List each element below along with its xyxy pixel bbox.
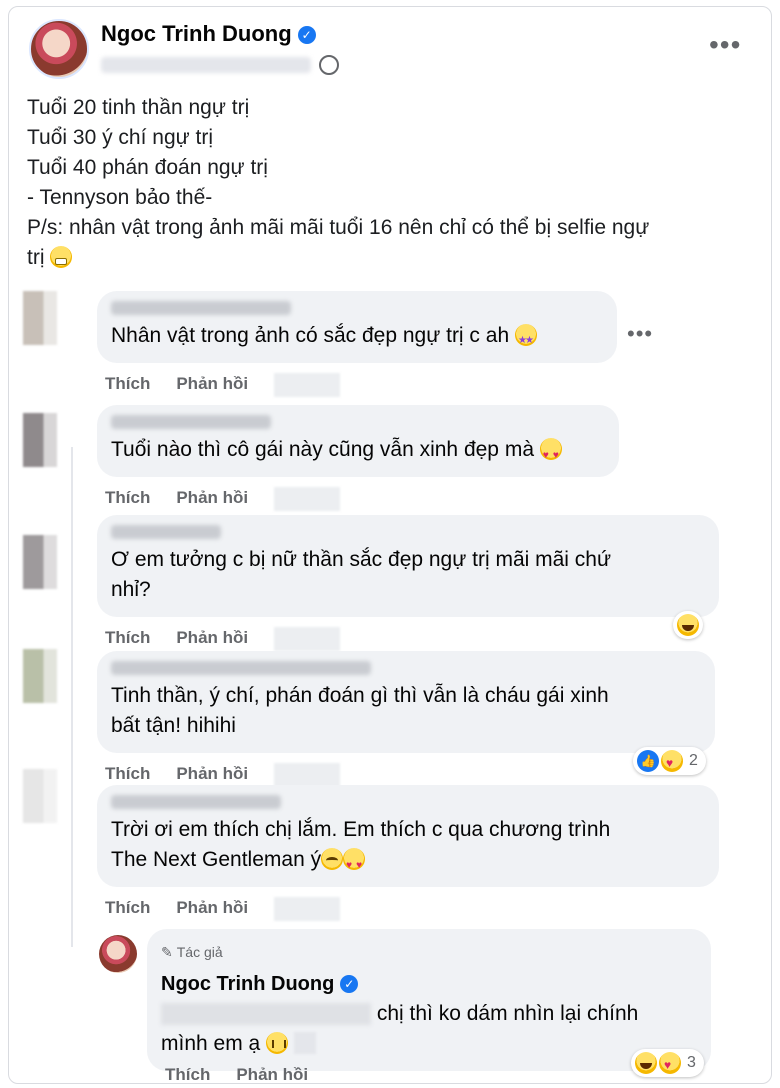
post-timestamp-blurred (101, 57, 311, 73)
like-button[interactable]: Thích (105, 898, 150, 917)
globe-icon (319, 55, 339, 75)
reply-avatar[interactable] (99, 935, 137, 973)
like-reaction-icon: 👍 (637, 750, 659, 772)
commenter-name-blurred[interactable] (111, 415, 271, 429)
comment-bubble: Nhân vật trong ảnh có sắc đẹp ngự trị c … (97, 291, 617, 363)
comment-reactions[interactable]: 👍2 (633, 747, 706, 775)
post-line: - Tennyson bảo thế- (27, 186, 213, 209)
post-body: Tuổi 20 tinh thần ngự trị Tuổi 30 ý chí … (27, 93, 757, 273)
comment-avatar[interactable] (23, 769, 57, 823)
care-reaction-icon (661, 750, 683, 772)
comment-actions: Thích Phản hồi (105, 627, 366, 651)
reply-actions: Thích Phản hồi (165, 1065, 334, 1083)
comment-actions: Thích Phản hồi (105, 763, 366, 787)
comment-more-icon[interactable]: ••• (627, 321, 653, 347)
heart-eyes-emoji-icon (343, 848, 366, 881)
star-struck-emoji-icon (514, 324, 537, 356)
mention-blurred[interactable] (161, 1003, 371, 1026)
like-button[interactable]: Thích (105, 374, 150, 393)
post-line: Tuổi 20 tinh thần ngự trị (27, 96, 250, 119)
pencil-icon: ✎ (161, 944, 173, 960)
comment-avatar[interactable] (23, 413, 57, 467)
post-line: Tuổi 30 ý chí ngự trị (27, 126, 214, 149)
pleading-face-emoji-icon (321, 848, 344, 870)
reply-button[interactable]: Phản hồi (176, 764, 248, 783)
thread-line (71, 447, 73, 947)
reaction-count: 3 (687, 1054, 696, 1071)
commenter-name-blurred[interactable] (111, 661, 371, 675)
reply-button[interactable]: Phản hồi (236, 1065, 308, 1083)
reply-button[interactable]: Phản hồi (176, 898, 248, 917)
grimacing-face-emoji-icon (266, 1032, 289, 1054)
care-reaction-icon (659, 1052, 681, 1074)
comment-avatar[interactable] (23, 649, 57, 703)
comment-avatar[interactable] (23, 291, 57, 345)
comment-bubble: Tinh thần, ý chí, phán đoán gì thì vẫn l… (97, 651, 715, 753)
comment-avatar[interactable] (23, 535, 57, 589)
comment-bubble: Trời ơi em thích chị lắm. Em thích c qua… (97, 785, 719, 887)
post-line: P/s: nhân vật trong ảnh mãi mãi tuổi 16 … (27, 216, 650, 239)
reply-button[interactable]: Phản hồi (176, 488, 248, 507)
reply-reactions[interactable]: 3 (631, 1049, 704, 1077)
heart-eyes-emoji-icon (539, 438, 562, 471)
post-card: Ngoc Trinh Duong ✓ ••• Tuổi 20 tinh thần … (8, 6, 772, 1084)
like-button[interactable]: Thích (105, 628, 150, 647)
comment-time-blurred (274, 897, 341, 921)
like-button[interactable]: Thích (165, 1065, 210, 1083)
comment-time-blurred (274, 627, 341, 651)
like-button[interactable]: Thích (105, 764, 150, 783)
grimace-emoji-icon (50, 246, 73, 268)
haha-reaction-icon (677, 614, 699, 636)
commenter-name-blurred[interactable] (111, 525, 221, 539)
sticker-blurred (293, 1032, 316, 1054)
commenter-name-blurred[interactable] (111, 301, 291, 315)
like-button[interactable]: Thích (105, 488, 150, 507)
verified-badge-icon: ✓ (297, 26, 316, 44)
verified-badge-icon: ✓ (340, 975, 359, 993)
comment-bubble: Ơ em tưởng c bị nữ thần sắc đẹp ngự trị … (97, 515, 719, 617)
post-line: trị (27, 243, 757, 273)
post-line: Tuổi 40 phán đoán ngự trị (27, 156, 268, 179)
reply-button[interactable]: Phản hồi (176, 374, 248, 393)
reply-author-name[interactable]: Ngoc Trinh Duong ✓ (161, 969, 697, 999)
comment-time-blurred (274, 487, 341, 511)
comment-actions: Thích Phản hồi (105, 487, 366, 511)
reply-bubble: ✎ Tác giả Ngoc Trinh Duong ✓ chị thì ko dá… (147, 929, 711, 1071)
author-tag: ✎ Tác giả (161, 937, 697, 967)
comment-time-blurred (274, 373, 341, 397)
more-options-icon[interactable]: ••• (709, 29, 741, 61)
reply-button[interactable]: Phản hồi (176, 628, 248, 647)
reaction-count: 2 (689, 752, 698, 769)
comment-bubble: Tuổi nào thì cô gái này cũng vẫn xinh đẹ… (97, 405, 619, 477)
poster-avatar[interactable] (29, 19, 89, 79)
comment-actions: Thích Phản hồi (105, 897, 366, 921)
comment-reactions[interactable] (673, 611, 703, 639)
comment-actions: Thích Phản hồi (105, 373, 366, 397)
comment-time-blurred (274, 763, 341, 787)
poster-name[interactable]: Ngoc Trinh Duong ✓ (101, 21, 316, 47)
haha-reaction-icon (635, 1052, 657, 1074)
commenter-name-blurred[interactable] (111, 795, 281, 809)
